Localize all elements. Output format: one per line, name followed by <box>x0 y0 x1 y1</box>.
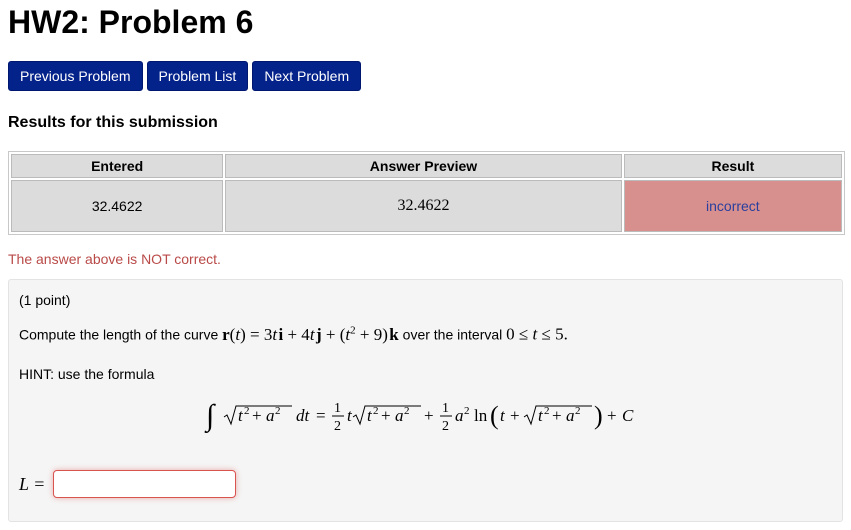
svg-text:2: 2 <box>404 405 410 417</box>
svg-text:2: 2 <box>334 419 341 434</box>
svg-text:2: 2 <box>442 419 449 434</box>
interval-expression: 0 ≤ t ≤ 5. <box>506 324 568 344</box>
svg-text:+: + <box>510 406 520 425</box>
results-heading: Results for this submission <box>8 114 218 131</box>
problem-prompt: Compute the length of the curve r(t) = 3… <box>19 324 568 345</box>
svg-text:2: 2 <box>464 405 470 417</box>
svg-text:+: + <box>424 406 434 425</box>
prompt-text-middle: over the interval <box>402 326 503 343</box>
prompt-text-prefix: Compute the length of the curve <box>19 326 219 343</box>
problem-body: (1 point) Compute the length of the curv… <box>8 279 843 522</box>
svg-text:+: + <box>607 406 617 425</box>
incorrect-message: The answer above is NOT correct. <box>8 251 221 267</box>
problem-list-button[interactable]: Problem List <box>146 61 249 91</box>
svg-text:a: a <box>395 406 404 425</box>
answer-row: L = <box>19 470 237 498</box>
svg-text:a: a <box>566 406 575 425</box>
svg-text:2: 2 <box>373 405 379 417</box>
svg-text:1: 1 <box>442 401 449 416</box>
svg-text:a: a <box>455 406 464 425</box>
integral-formula: ∫ t 2 + a 2 dt = 1 2 t t 2 + a 2 + 1 2 a… <box>204 399 634 434</box>
svg-text:+: + <box>252 406 262 425</box>
previous-problem-button[interactable]: Previous Problem <box>8 61 143 91</box>
svg-text:C: C <box>622 406 634 425</box>
answer-input[interactable] <box>53 470 237 498</box>
svg-text:∫: ∫ <box>204 399 216 434</box>
svg-text:2: 2 <box>275 405 281 417</box>
page-title: HW2: Problem 6 <box>8 4 254 40</box>
svg-text:1: 1 <box>334 401 341 416</box>
svg-text:t: t <box>500 406 506 425</box>
answer-preview-cell: 32.4622 <box>225 180 622 232</box>
hint-text: HINT: use the formula <box>19 366 155 382</box>
svg-text:2: 2 <box>575 405 581 417</box>
svg-text:(: ( <box>490 401 499 430</box>
result-cell: incorrect <box>623 180 842 232</box>
next-problem-button[interactable]: Next Problem <box>252 61 362 91</box>
table-row: 32.4622 32.4622 incorrect <box>11 180 842 232</box>
svg-text:2: 2 <box>544 405 550 417</box>
results-table: Entered Answer Preview Result 32.4622 32… <box>8 151 845 235</box>
svg-text:=: = <box>316 406 326 425</box>
svg-text:dt: dt <box>296 406 311 425</box>
svg-text:2: 2 <box>244 405 250 417</box>
svg-text:+: + <box>552 406 562 425</box>
problem-navigation: Previous Problem Problem List Next Probl… <box>8 61 362 91</box>
entered-cell: 32.4622 <box>11 180 224 232</box>
curve-equation: r(t) = 3t i + 4t j + (t2 + 9) k <box>222 324 399 344</box>
column-header-entered: Entered <box>11 154 224 178</box>
svg-text:a: a <box>266 406 275 425</box>
answer-label: L = <box>19 473 46 494</box>
column-header-answer-preview: Answer Preview <box>225 154 622 178</box>
results-header-row: Entered Answer Preview Result <box>11 154 842 178</box>
svg-text:ln: ln <box>474 406 488 425</box>
svg-text:): ) <box>594 401 603 430</box>
point-value: (1 point) <box>19 292 71 308</box>
column-header-result: Result <box>623 154 842 178</box>
svg-text:+: + <box>381 406 391 425</box>
svg-text:t: t <box>347 406 353 425</box>
